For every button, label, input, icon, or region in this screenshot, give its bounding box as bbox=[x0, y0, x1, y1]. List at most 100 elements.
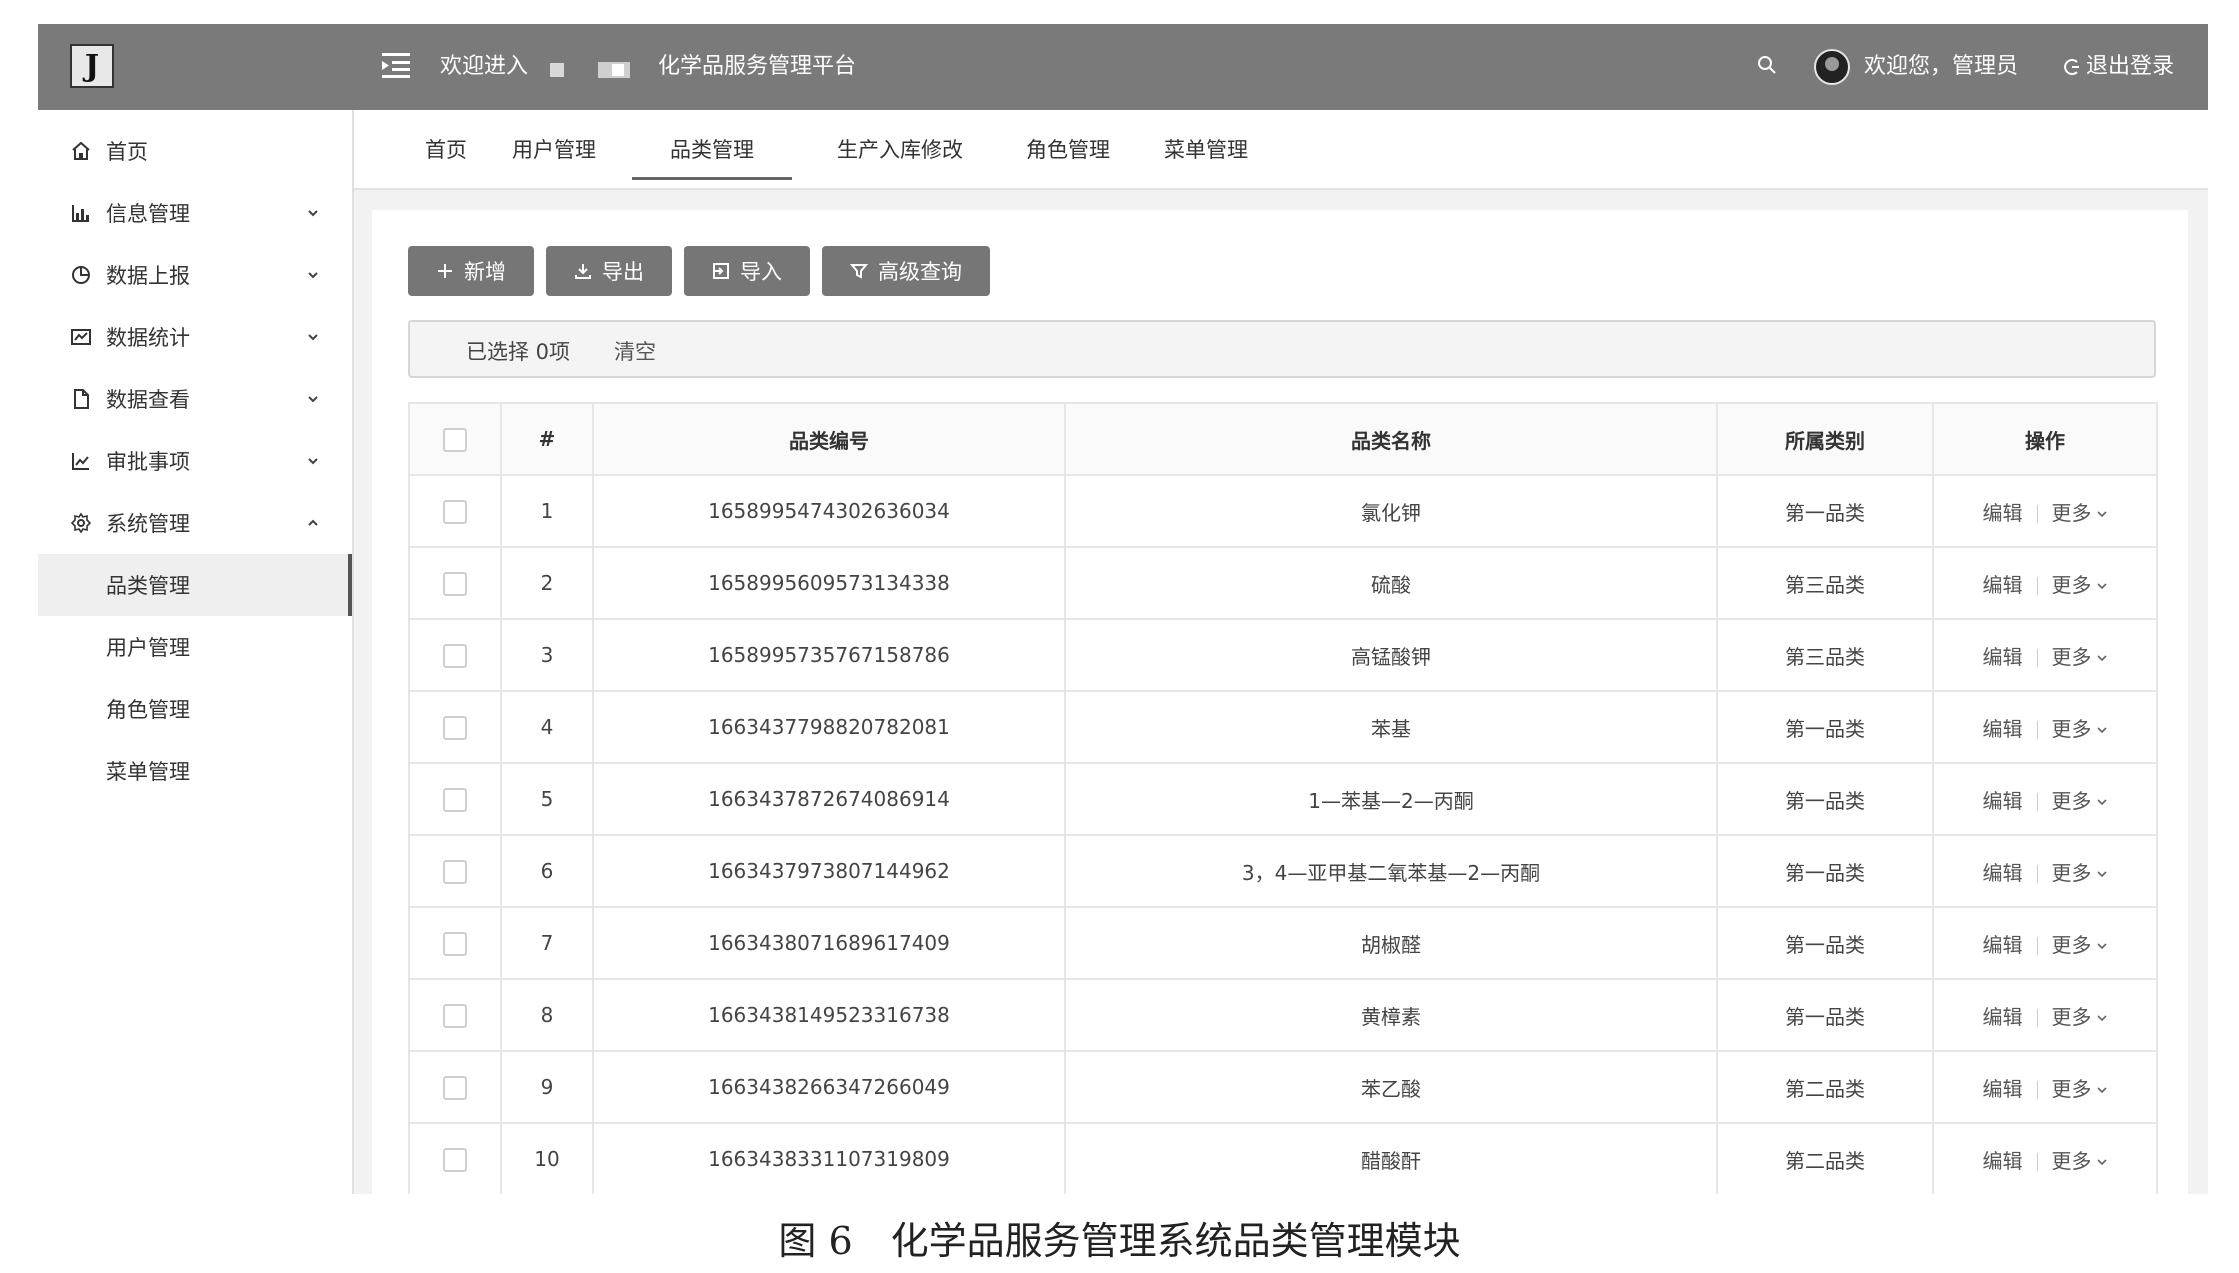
row-checkbox[interactable] bbox=[443, 715, 467, 740]
table-row[interactable]: 9 1663438266347266049 苯乙酸 第二品类 编辑 更多 bbox=[408, 1050, 2158, 1124]
edit-link[interactable]: 编辑 bbox=[1983, 1149, 2023, 1173]
select-all-cell bbox=[408, 402, 502, 476]
select-all-checkbox[interactable] bbox=[443, 427, 467, 452]
row-checkbox[interactable] bbox=[443, 1003, 467, 1028]
redacted-block bbox=[612, 64, 624, 76]
search-icon[interactable] bbox=[1756, 54, 1778, 76]
sidebar: 首页 信息管理 数据上报 数据统计 数据查看 审批事项 系统管理 品类管理 用户… bbox=[38, 110, 354, 1194]
tab-home[interactable]: 首页 bbox=[406, 110, 486, 188]
edit-link[interactable]: 编辑 bbox=[1983, 1005, 2023, 1029]
sidebar-item-approvals[interactable]: 审批事项 bbox=[38, 430, 352, 492]
row-actions: 编辑 更多 bbox=[1932, 1050, 2158, 1124]
more-dropdown[interactable]: 更多 bbox=[2052, 645, 2108, 669]
sidebar-subitem-user-management[interactable]: 用户管理 bbox=[38, 616, 352, 678]
chevron-down-icon bbox=[308, 396, 318, 403]
more-dropdown[interactable]: 更多 bbox=[2052, 573, 2108, 597]
tab-production-storage-edit[interactable]: 生产入库修改 bbox=[810, 110, 990, 188]
sidebar-subitem-category-management[interactable]: 品类管理 bbox=[38, 554, 352, 616]
table-row[interactable]: 7 1663438071689617409 胡椒醛 第一品类 编辑 更多 bbox=[408, 906, 2158, 980]
more-dropdown[interactable]: 更多 bbox=[2052, 501, 2108, 525]
row-checkbox[interactable] bbox=[443, 499, 467, 524]
row-select-cell bbox=[408, 762, 502, 836]
sidebar-item-data-view[interactable]: 数据查看 bbox=[38, 368, 352, 430]
more-dropdown[interactable]: 更多 bbox=[2052, 789, 2108, 813]
row-actions: 编辑 更多 bbox=[1932, 618, 2158, 692]
edit-link[interactable]: 编辑 bbox=[1983, 573, 2023, 597]
sidebar-item-data-statistics[interactable]: 数据统计 bbox=[38, 306, 352, 368]
column-header-actions: 操作 bbox=[1932, 402, 2158, 476]
import-button[interactable]: 导入 bbox=[684, 246, 810, 296]
edit-link[interactable]: 编辑 bbox=[1983, 861, 2023, 885]
clear-selection-link[interactable]: 清空 bbox=[614, 336, 656, 366]
row-checkbox[interactable] bbox=[443, 931, 467, 956]
more-dropdown[interactable]: 更多 bbox=[2052, 861, 2108, 885]
table-row[interactable]: 4 1663437798820782081 苯基 第一品类 编辑 更多 bbox=[408, 690, 2158, 764]
menu-fold-icon[interactable] bbox=[380, 50, 412, 80]
row-name: 1—苯基—2—丙酮 bbox=[1064, 762, 1718, 836]
row-checkbox[interactable] bbox=[443, 571, 467, 596]
edit-link[interactable]: 编辑 bbox=[1983, 1077, 2023, 1101]
more-dropdown[interactable]: 更多 bbox=[2052, 1005, 2108, 1029]
sidebar-item-label: 首页 bbox=[106, 140, 148, 164]
add-button[interactable]: 新增 bbox=[408, 246, 534, 296]
sidebar-item-system-management[interactable]: 系统管理 bbox=[38, 492, 352, 554]
tab-menu-management[interactable]: 菜单管理 bbox=[1146, 110, 1266, 188]
table-row[interactable]: 8 1663438149523316738 黄樟素 第一品类 编辑 更多 bbox=[408, 978, 2158, 1052]
more-dropdown[interactable]: 更多 bbox=[2052, 1149, 2108, 1173]
edit-link[interactable]: 编辑 bbox=[1983, 501, 2023, 525]
avatar[interactable] bbox=[1814, 49, 1850, 85]
chevron-down-icon bbox=[2096, 727, 2107, 734]
sidebar-subitem-role-management[interactable]: 角色管理 bbox=[38, 678, 352, 740]
tab-user-management[interactable]: 用户管理 bbox=[494, 110, 614, 188]
row-name: 黄樟素 bbox=[1064, 978, 1718, 1052]
table-row[interactable]: 10 1663438331107319809 醋酸酐 第二品类 编辑 更多 bbox=[408, 1122, 2158, 1194]
row-checkbox[interactable] bbox=[443, 643, 467, 668]
edit-link[interactable]: 编辑 bbox=[1983, 933, 2023, 957]
logout-button[interactable]: 退出登录 bbox=[2062, 52, 2174, 82]
more-label: 更多 bbox=[2051, 644, 2092, 669]
row-select-cell bbox=[408, 906, 502, 980]
edit-link[interactable]: 编辑 bbox=[1983, 789, 2023, 813]
action-divider bbox=[2036, 937, 2038, 955]
row-name: 苯乙酸 bbox=[1064, 1050, 1718, 1124]
app-window: J 欢迎进入 化学品服务管理平台 欢迎您，管理员 退出登录 首页 信息管理 数据… bbox=[38, 24, 2208, 1194]
plus-icon bbox=[438, 264, 452, 278]
advanced-search-button[interactable]: 高级查询 bbox=[822, 246, 990, 296]
sidebar-item-home[interactable]: 首页 bbox=[38, 120, 352, 182]
tab-role-management[interactable]: 角色管理 bbox=[1008, 110, 1128, 188]
column-header-index: # bbox=[500, 402, 594, 476]
sidebar-subitem-menu-management[interactable]: 菜单管理 bbox=[38, 740, 352, 802]
app-logo[interactable]: J bbox=[70, 44, 114, 88]
action-divider bbox=[2036, 793, 2038, 811]
action-divider bbox=[2036, 577, 2038, 595]
more-dropdown[interactable]: 更多 bbox=[2052, 717, 2108, 741]
row-code: 1663438266347266049 bbox=[592, 1050, 1066, 1124]
table-row[interactable]: 6 1663437973807144962 3，4—亚甲基二氧苯基—2—丙酮 第一品类… bbox=[408, 834, 2158, 908]
row-checkbox[interactable] bbox=[443, 859, 467, 884]
sidebar-item-data-report[interactable]: 数据上报 bbox=[38, 244, 352, 306]
table-row[interactable]: 5 1663437872674086914 1—苯基—2—丙酮 第一品类 编辑 更多 bbox=[408, 762, 2158, 836]
edit-link[interactable]: 编辑 bbox=[1983, 645, 2023, 669]
table-row[interactable]: 1 1658995474302636034 氯化钾 第一品类 编辑 更多 bbox=[408, 474, 2158, 548]
column-header-name[interactable]: 品类名称 bbox=[1064, 402, 1718, 476]
sidebar-item-info-management[interactable]: 信息管理 bbox=[38, 182, 352, 244]
export-button[interactable]: 导出 bbox=[546, 246, 672, 296]
more-label: 更多 bbox=[2051, 788, 2092, 813]
home-icon bbox=[72, 141, 90, 160]
more-dropdown[interactable]: 更多 bbox=[2052, 1077, 2108, 1101]
platform-title: 化学品服务管理平台 bbox=[658, 54, 857, 79]
row-checkbox[interactable] bbox=[443, 1147, 467, 1172]
table-row[interactable]: 2 1658995609573134338 硫酸 第三品类 编辑 更多 bbox=[408, 546, 2158, 620]
row-select-cell bbox=[408, 1122, 502, 1194]
table-row[interactable]: 3 1658995735767158786 高锰酸钾 第三品类 编辑 更多 bbox=[408, 618, 2158, 692]
column-header-category[interactable]: 所属类别 bbox=[1716, 402, 1934, 476]
action-divider bbox=[2036, 1081, 2038, 1099]
more-label: 更多 bbox=[2051, 716, 2092, 741]
action-divider bbox=[2036, 1153, 2038, 1171]
edit-link[interactable]: 编辑 bbox=[1983, 717, 2023, 741]
row-checkbox[interactable] bbox=[443, 1075, 467, 1100]
more-dropdown[interactable]: 更多 bbox=[2052, 933, 2108, 957]
row-checkbox[interactable] bbox=[443, 787, 467, 812]
column-header-code[interactable]: 品类编号 bbox=[592, 402, 1066, 476]
tab-category-management[interactable]: 品类管理 bbox=[632, 110, 792, 188]
